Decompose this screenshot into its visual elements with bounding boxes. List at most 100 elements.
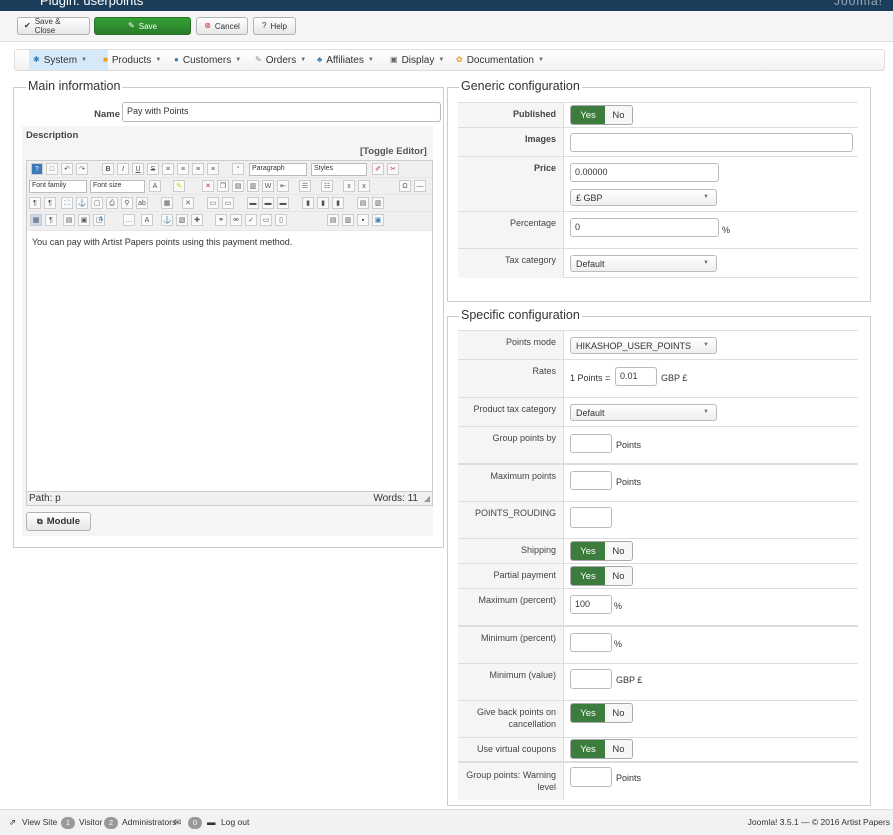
copy-icon[interactable]: ❐ — [217, 180, 229, 192]
horizontal-rule-icon[interactable]: — — [414, 180, 426, 192]
acronym-icon[interactable]: A — [141, 214, 153, 226]
undo-icon[interactable]: ↶ — [61, 163, 73, 175]
align-left-icon[interactable]: ≡ — [162, 163, 174, 175]
abbr-icon[interactable]: … — [123, 214, 135, 226]
search-icon[interactable]: ⚲ — [121, 197, 133, 209]
styles-select[interactable]: Styles — [311, 163, 367, 176]
superscript-icon[interactable]: x — [358, 180, 370, 192]
pagebreak-icon[interactable]: ▣ — [372, 214, 384, 226]
merge-cells-icon[interactable]: ▥ — [372, 197, 384, 209]
product-tax-select[interactable]: Default ▼ — [570, 404, 717, 421]
highlight-icon[interactable]: ✎ — [173, 180, 185, 192]
bold-icon[interactable]: B — [102, 163, 114, 175]
rates-input[interactable]: 0.01 — [615, 367, 657, 386]
editor-content[interactable]: You can pay with Artist Papers points us… — [32, 237, 292, 247]
menu-affiliates[interactable]: ♣ Affiliates ▼ — [313, 50, 378, 70]
template-icon[interactable]: ▤ — [63, 214, 75, 226]
shipping-toggle[interactable]: Yes No — [570, 541, 633, 561]
image-icon[interactable]: ▧ — [176, 214, 188, 226]
subscript-icon[interactable]: x — [343, 180, 355, 192]
delete-col-icon[interactable]: ▮ — [332, 197, 344, 209]
underline-icon[interactable]: U — [132, 163, 144, 175]
published-no[interactable]: No — [605, 106, 632, 124]
align-justify-icon[interactable]: ≡ — [207, 163, 219, 175]
row-before-icon[interactable]: ▬ — [247, 197, 259, 209]
row-props-icon[interactable]: ▭ — [207, 197, 219, 209]
currency-select[interactable]: £ GBP ▼ — [570, 189, 717, 206]
split-cells-icon[interactable]: ▤ — [357, 197, 369, 209]
published-yes[interactable]: Yes — [571, 106, 605, 124]
help-icon[interactable]: ? — [31, 163, 43, 175]
points-mode-select[interactable]: HIKASHOP_USER_POINTS ▼ — [570, 337, 717, 354]
replace-icon[interactable]: ab — [136, 197, 148, 209]
paste-word-icon[interactable]: W — [262, 180, 274, 192]
cell-props-icon[interactable]: ▭ — [222, 197, 234, 209]
virtual-coupons-no[interactable]: No — [605, 740, 632, 758]
paragraph-mark-icon[interactable]: ¶ — [45, 214, 57, 226]
resize-handle-icon[interactable]: ◢ — [424, 494, 430, 503]
special-char-icon[interactable]: Ω — [399, 180, 411, 192]
module-button[interactable]: ⧉ Module — [26, 512, 91, 531]
bullet-list-icon[interactable]: ☷ — [321, 180, 333, 192]
blockquote-icon[interactable]: “ — [232, 163, 244, 175]
col-after-icon[interactable]: ▮ — [317, 197, 329, 209]
paste-text-icon[interactable]: ▥ — [247, 180, 259, 192]
cut-icon[interactable]: ✕ — [202, 180, 214, 192]
text-color-icon[interactable]: A — [149, 180, 161, 192]
redo-icon[interactable]: ↷ — [76, 163, 88, 175]
insert-file-icon[interactable]: ▣ — [78, 214, 90, 226]
virtual-coupons-toggle[interactable]: Yes No — [570, 739, 633, 759]
shipping-yes[interactable]: Yes — [571, 542, 605, 560]
delete-row-icon[interactable]: ▬ — [277, 197, 289, 209]
link-icon[interactable]: ⚭ — [215, 214, 227, 226]
hr-icon[interactable]: ▭ — [260, 214, 272, 226]
format-select[interactable]: Paragraph — [249, 163, 307, 176]
menu-system[interactable]: ✱ System ▼ — [29, 50, 108, 70]
min-percent-input[interactable] — [570, 633, 612, 652]
row-after-icon[interactable]: ▬ — [262, 197, 274, 209]
group-points-input[interactable] — [570, 434, 612, 453]
max-points-input[interactable] — [570, 471, 612, 490]
menu-products[interactable]: ■ Products ▼ — [99, 50, 165, 70]
rtl-icon[interactable]: ¶ — [44, 197, 56, 209]
menu-customers[interactable]: ● Customers ▼ — [170, 50, 245, 70]
article-icon[interactable]: ▤ — [327, 214, 339, 226]
partial-payment-toggle[interactable]: Yes No — [570, 566, 633, 586]
nonbreaking-icon[interactable]: ▯ — [275, 214, 287, 226]
strikethrough-icon[interactable]: S — [147, 163, 159, 175]
toggle-editor-link[interactable]: [Toggle Editor] — [360, 146, 427, 157]
readmore-icon[interactable]: ▥ — [342, 214, 354, 226]
anchor-icon[interactable]: ⚓ — [76, 197, 88, 209]
visual-aid-icon[interactable]: ▦ — [30, 214, 42, 226]
virtual-coupons-yes[interactable]: Yes — [571, 740, 605, 758]
ordered-list-icon[interactable]: ☰ — [299, 180, 311, 192]
price-input[interactable]: 0.00000 — [570, 163, 719, 182]
media-icon[interactable]: ✚ — [191, 214, 203, 226]
delete-table-icon[interactable]: ✕ — [182, 197, 194, 209]
table-icon[interactable]: ▦ — [161, 197, 173, 209]
align-center-icon[interactable]: ≡ — [177, 163, 189, 175]
cleanup-icon[interactable]: ✂ — [387, 163, 399, 175]
font-size-select[interactable]: Font size — [90, 180, 145, 193]
cite-icon[interactable]: ⚓ — [161, 214, 173, 226]
print-icon[interactable]: ⎙ — [106, 197, 118, 209]
preview-icon[interactable]: ▢ — [91, 197, 103, 209]
menu-display[interactable]: ▣ Display ▼ — [386, 50, 448, 70]
col-before-icon[interactable]: ▮ — [302, 197, 314, 209]
images-input[interactable] — [570, 133, 853, 152]
save-button[interactable]: ✎ Save — [94, 17, 191, 35]
group-warning-input[interactable] — [570, 767, 612, 787]
save-icon[interactable]: ▪ — [357, 214, 369, 226]
new-document-icon[interactable]: □ — [46, 163, 58, 175]
give-back-toggle[interactable]: Yes No — [570, 703, 633, 723]
give-back-yes[interactable]: Yes — [571, 704, 605, 722]
shipping-no[interactable]: No — [605, 542, 632, 560]
min-value-input[interactable] — [570, 669, 612, 689]
tax-category-select[interactable]: Default ▼ — [570, 255, 717, 272]
spellcheck-icon[interactable]: ✓ — [245, 214, 257, 226]
menu-documentation[interactable]: ✿ Documentation ▼ — [452, 50, 548, 70]
style-icon[interactable]: A — [95, 214, 107, 226]
help-button[interactable]: ? Help — [253, 17, 296, 35]
logout-link[interactable]: Log out — [221, 817, 249, 827]
partial-yes[interactable]: Yes — [571, 567, 605, 585]
